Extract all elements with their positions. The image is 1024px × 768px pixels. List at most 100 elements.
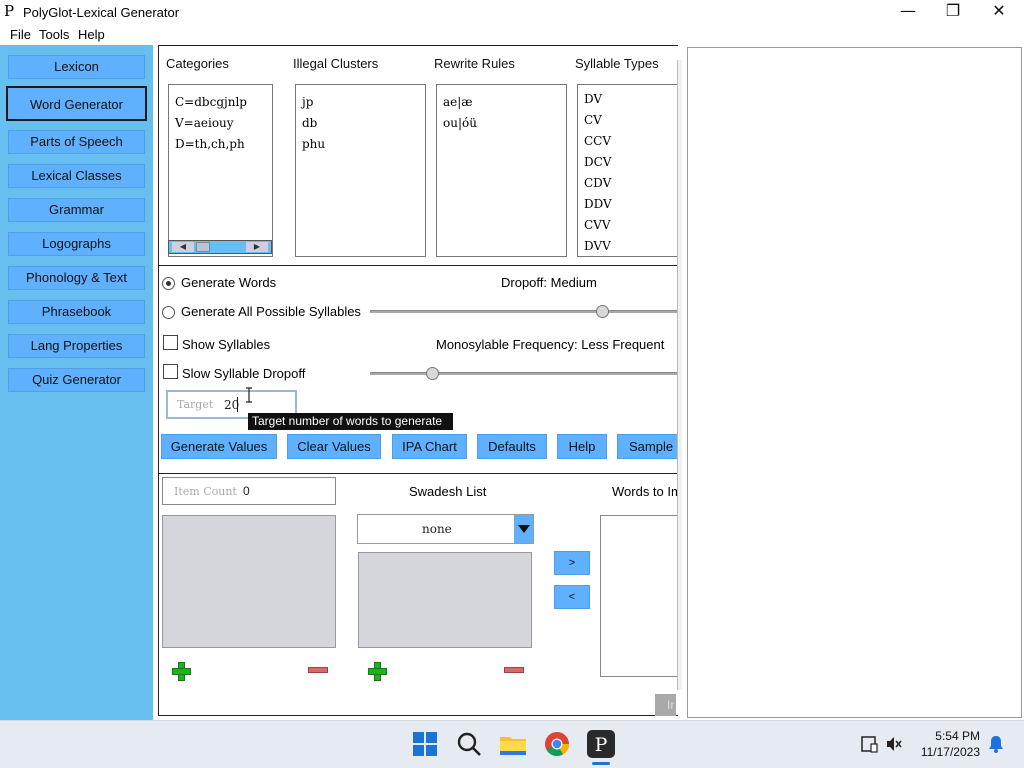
move-right-button[interactable]: > — [554, 551, 590, 575]
chrome-icon[interactable] — [542, 729, 572, 759]
maximize-button[interactable]: ❐ — [930, 0, 976, 24]
illegal-clusters-label: Illegal Clusters — [293, 56, 379, 71]
add-icon[interactable] — [171, 661, 191, 681]
sidebar-item-quiz-generator[interactable]: Quiz Generator — [8, 368, 145, 392]
add-swadesh-icon[interactable] — [367, 661, 387, 681]
dropoff-slider[interactable] — [370, 310, 677, 313]
list-item[interactable]: ou|óü — [443, 116, 477, 130]
sidebar: Lexicon Word Generator Parts of Speech L… — [0, 45, 153, 720]
monosyllable-frequency-label: Monosylable Frequency: Less Frequent — [436, 337, 665, 352]
rewrite-rules-list[interactable]: ae|æ ou|óü — [436, 84, 567, 257]
volume-muted-icon[interactable] — [885, 735, 903, 753]
scrollbar-thumb[interactable] — [196, 242, 210, 252]
swadesh-list-select[interactable]: none — [357, 514, 534, 544]
sidebar-item-phonology-text[interactable]: Phonology & Text — [8, 266, 145, 290]
notification-bell-icon[interactable] — [988, 735, 1004, 753]
tablet-mode-icon[interactable] — [860, 735, 878, 753]
list-item[interactable]: C=dbcgjnlp — [175, 95, 247, 109]
polyglot-icon[interactable]: P — [586, 729, 616, 759]
slow-syllable-dropoff-checkbox[interactable] — [163, 364, 178, 379]
show-syllables-label: Show Syllables — [182, 337, 271, 352]
sidebar-item-grammar[interactable]: Grammar — [8, 198, 145, 222]
minimize-button[interactable]: — — [885, 0, 931, 24]
sidebar-item-phrasebook[interactable]: Phrasebook — [8, 300, 145, 324]
list-item[interactable]: D=th,ch,ph — [175, 137, 245, 151]
active-app-indicator — [592, 762, 610, 765]
words-to-import-list[interactable] — [600, 515, 677, 677]
list-item[interactable]: jp — [302, 95, 313, 109]
help-button[interactable]: Help — [557, 434, 607, 459]
generate-all-syllables-radio[interactable] — [162, 306, 175, 319]
scroll-left-icon[interactable]: ◀ — [172, 242, 194, 252]
sidebar-item-lexical-classes[interactable]: Lexical Classes — [8, 164, 145, 188]
menu-help[interactable]: Help — [78, 27, 105, 42]
list-item[interactable]: V=aeiouy — [175, 116, 234, 130]
syllable-types-list[interactable]: DV CV CCV DCV CDV DDV CVV DVV — [577, 84, 677, 257]
list-item[interactable]: DVV — [584, 239, 611, 253]
dropoff-label: Dropoff: Medium — [501, 275, 597, 290]
target-tooltip: Target number of words to generate — [248, 413, 453, 430]
list-item[interactable]: DV — [584, 92, 602, 106]
list-item[interactable]: DDV — [584, 197, 612, 211]
list-item[interactable]: CCV — [584, 134, 611, 148]
menu-tools[interactable]: Tools — [39, 27, 69, 42]
generate-values-button[interactable]: Generate Values — [161, 434, 277, 459]
defaults-button[interactable]: Defaults — [477, 434, 547, 459]
windows-start-icon[interactable] — [410, 729, 440, 759]
clock-time[interactable]: 5:54 PM — [920, 729, 980, 743]
chevron-down-icon[interactable] — [514, 515, 533, 543]
menu-file[interactable]: File — [10, 27, 31, 42]
monosyllable-frequency-slider-thumb[interactable] — [426, 367, 439, 380]
close-button[interactable]: ✕ — [976, 0, 1022, 24]
categories-list[interactable]: C=dbcgjnlp V=aeiouy D=th,ch,ph — [168, 84, 273, 257]
list-item[interactable]: db — [302, 116, 317, 130]
sidebar-item-logographs[interactable]: Logographs — [8, 232, 145, 256]
list-item[interactable]: CV — [584, 113, 602, 127]
file-explorer-icon[interactable] — [498, 729, 528, 759]
svg-text:P: P — [595, 734, 608, 756]
generated-words-list[interactable] — [162, 515, 336, 648]
sample-button[interactable]: Sample — [617, 434, 677, 459]
scroll-right-icon[interactable]: ▶ — [246, 242, 268, 252]
ipa-chart-button[interactable]: IPA Chart — [392, 434, 467, 459]
import-button[interactable]: Ir — [655, 694, 676, 716]
rewrite-rules-label: Rewrite Rules — [434, 56, 515, 71]
list-item[interactable]: phu — [302, 137, 325, 151]
app-icon: P — [4, 2, 15, 20]
dropoff-slider-thumb[interactable] — [596, 305, 609, 318]
illegal-clusters-list[interactable]: jp db phu — [295, 84, 426, 257]
list-item[interactable]: CVV — [584, 218, 611, 232]
move-left-button[interactable]: < — [554, 585, 590, 609]
list-item[interactable]: ae|æ — [443, 95, 473, 109]
item-count-value: 0 — [243, 484, 250, 498]
search-icon[interactable] — [454, 729, 484, 759]
generate-words-label: Generate Words — [181, 275, 277, 290]
divider — [159, 473, 677, 474]
text-cursor — [237, 397, 238, 412]
clear-values-button[interactable]: Clear Values — [287, 434, 381, 459]
list-item[interactable]: DCV — [584, 155, 611, 169]
categories-horizontal-scrollbar[interactable]: ◀ ▶ — [168, 240, 272, 254]
sidebar-item-word-generator[interactable]: Word Generator — [6, 86, 147, 121]
swadesh-words-list[interactable] — [358, 552, 532, 648]
main-vertical-scrollbar[interactable] — [677, 60, 682, 690]
title-bar: P PolyGlot-Lexical Generator — ❐ ✕ — [0, 0, 1024, 24]
syllable-types-label: Syllable Types — [575, 56, 659, 71]
divider — [159, 265, 677, 266]
item-count-field[interactable]: Item Count 0 — [162, 477, 336, 505]
sidebar-item-lexicon[interactable]: Lexicon — [8, 55, 145, 79]
swadesh-list-label: Swadesh List — [409, 484, 487, 499]
sidebar-item-lang-properties[interactable]: Lang Properties — [8, 334, 145, 358]
generate-words-radio[interactable] — [162, 277, 175, 290]
slow-syllable-dropoff-label: Slow Syllable Dropoff — [182, 366, 306, 381]
monosyllable-frequency-slider[interactable] — [370, 372, 677, 375]
ibeam-cursor-icon — [246, 387, 252, 403]
generate-all-syllables-label: Generate All Possible Syllables — [181, 304, 361, 319]
window-title: PolyGlot-Lexical Generator — [23, 5, 180, 20]
clock-date[interactable]: 11/17/2023 — [906, 745, 980, 759]
show-syllables-checkbox[interactable] — [163, 335, 178, 350]
list-item[interactable]: CDV — [584, 176, 611, 190]
sidebar-item-parts-of-speech[interactable]: Parts of Speech — [8, 130, 145, 154]
remove-icon[interactable] — [308, 667, 328, 673]
remove-swadesh-icon[interactable] — [504, 667, 524, 673]
